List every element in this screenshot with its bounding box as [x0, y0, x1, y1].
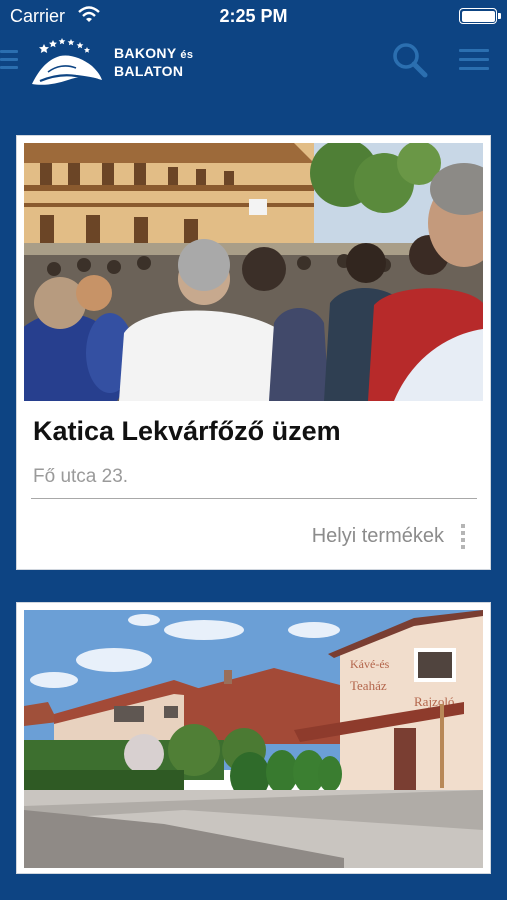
search-icon[interactable]: [390, 40, 430, 80]
more-options-icon[interactable]: [460, 524, 466, 550]
logo-line-1-suffix: és: [180, 49, 194, 61]
listing-photo[interactable]: [24, 143, 483, 401]
sign-line-1: Kávé-és: [350, 657, 390, 671]
status-time: 2:25 PM: [219, 6, 288, 26]
listing-photo[interactable]: Kávé-és Teaház Rajzoló: [24, 610, 483, 868]
battery-icon: [459, 8, 501, 24]
nav-bar: BAKONY és BALATON: [0, 34, 507, 90]
listing-address: Fő utca 23.: [33, 466, 129, 487]
sign-line-2: Teaház: [350, 678, 387, 693]
listing-title[interactable]: Katica Lekvárfőző üzem: [33, 416, 341, 447]
logo-line-1: BAKONY: [114, 45, 177, 61]
hamburger-menu-icon[interactable]: [0, 48, 18, 70]
logo-line-2: BALATON: [114, 63, 184, 79]
listing-card[interactable]: Kávé-és Teaház Rajzoló: [16, 602, 491, 874]
listing-card[interactable]: Katica Lekvárfőző üzem Fő utca 23. Helyi…: [16, 135, 491, 570]
bakony-balaton-logo-icon[interactable]: [30, 36, 104, 88]
logo-text[interactable]: BAKONY és BALATON: [114, 45, 193, 79]
listing-category[interactable]: Helyi termékek: [312, 525, 444, 548]
hamburger-menu-icon[interactable]: [459, 47, 489, 71]
status-bar: Carrier 2:25 PM: [0, 0, 507, 34]
divider: [31, 498, 477, 499]
